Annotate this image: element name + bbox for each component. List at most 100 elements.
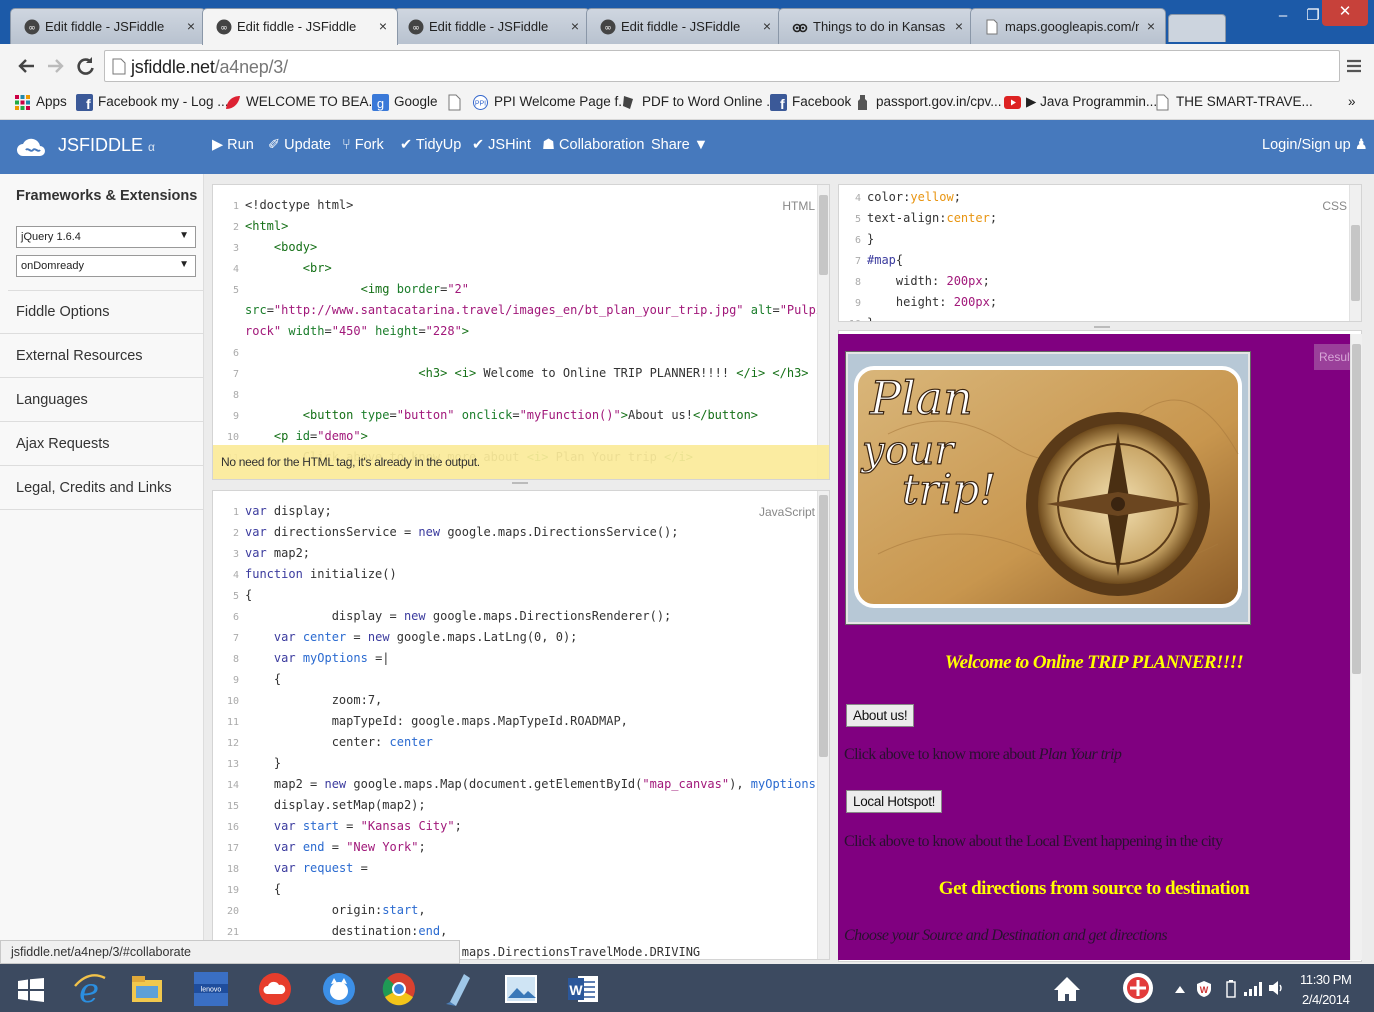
about-us-button[interactable]: About us! bbox=[846, 704, 915, 727]
lenovo-icon[interactable]: lenovo bbox=[194, 972, 228, 1006]
chrome-menu-icon[interactable] bbox=[1346, 58, 1362, 74]
result-output[interactable]: Plan your trip! Welcome to Online TRIP P… bbox=[838, 334, 1350, 960]
clock-date[interactable]: 2/4/2014 bbox=[1302, 992, 1350, 1007]
sidebar-item-fiddle-options[interactable]: Fiddle Options bbox=[0, 290, 204, 334]
bookmark-ppi[interactable]: PPI PPI Welcome Page f... bbox=[472, 94, 630, 110]
tab-close-icon[interactable]: × bbox=[955, 18, 963, 34]
collaboration-button[interactable]: ☗ Collaboration bbox=[542, 137, 644, 153]
code-line[interactable]: 16 var start = "Kansas City"; bbox=[217, 816, 462, 837]
minimize-button[interactable]: – bbox=[1268, 4, 1298, 30]
url-text[interactable]: jsfiddle.net/a4nep/3/ bbox=[131, 57, 288, 78]
css-code-area[interactable]: 4 color:yellow; 5 text-align:center; 6} 7 #map… bbox=[839, 185, 1339, 321]
html-editor-panel[interactable]: 1 <!doctype html> 2 <html> 3 <body> 4 <br> 5 <… bbox=[212, 184, 830, 480]
code-line[interactable]: 10 <p id="demo"> bbox=[217, 426, 368, 447]
code-line[interactable]: 8 var myOptions =| bbox=[217, 648, 390, 669]
tab-close-icon[interactable]: × bbox=[379, 18, 387, 34]
volume-icon[interactable] bbox=[1268, 980, 1284, 996]
load-type-select[interactable]: onDomready ▼ bbox=[16, 255, 196, 277]
antivirus-shield-icon[interactable]: W bbox=[1196, 980, 1212, 998]
framework-select[interactable]: jQuery 1.6.4 ▼ bbox=[16, 226, 196, 248]
code-line[interactable]: 7 var center = new google.maps.LatLng(0,… bbox=[217, 627, 577, 648]
share-button[interactable]: Share ▼ bbox=[651, 137, 708, 153]
cat-app-icon[interactable] bbox=[322, 972, 356, 1006]
sidebar-item-external-resources[interactable]: External Resources bbox=[0, 334, 204, 378]
css-editor-panel[interactable]: 4 color:yellow; 5 text-align:center; 6} 7 #map… bbox=[838, 184, 1362, 322]
code-line[interactable]: 4 function initialize() bbox=[217, 564, 397, 585]
code-line[interactable]: 6} bbox=[839, 229, 874, 250]
tray-overflow-arrow-icon[interactable] bbox=[1174, 984, 1186, 994]
tidyup-button[interactable]: ✔ TidyUp bbox=[400, 137, 461, 153]
resize-handle[interactable] bbox=[512, 482, 528, 484]
tab-close-icon[interactable]: × bbox=[763, 18, 771, 34]
internet-explorer-icon[interactable]: e bbox=[72, 972, 106, 1006]
code-line[interactable]: 3 <body> bbox=[217, 237, 317, 258]
windows-start-icon[interactable] bbox=[18, 978, 44, 1002]
code-line[interactable]: 17 var end = "New York"; bbox=[217, 837, 426, 858]
browser-tab[interactable]: Things to do in Kansas Cit × bbox=[778, 8, 974, 44]
bookmark-smart-travel[interactable]: THE SMART-TRAVE... bbox=[1154, 94, 1313, 111]
home-icon[interactable] bbox=[1052, 974, 1082, 1004]
close-window-button[interactable]: ✕ bbox=[1322, 0, 1368, 26]
sidebar-item-languages[interactable]: Languages bbox=[0, 378, 204, 422]
bookmark-facebook[interactable]: f Facebook bbox=[770, 94, 851, 111]
code-line[interactable]: 2 <html> bbox=[217, 216, 288, 237]
network-signal-icon[interactable] bbox=[1244, 982, 1262, 996]
word-icon[interactable]: W bbox=[566, 972, 600, 1006]
result-scrollbar[interactable] bbox=[1350, 334, 1362, 960]
browser-tab[interactable]: ∞ Edit fiddle - JSFiddle × bbox=[10, 8, 206, 44]
chrome-icon[interactable] bbox=[382, 972, 416, 1006]
code-line[interactable]: 14 map2 = new google.maps.Map(document.g… bbox=[217, 774, 829, 795]
login-signup-link[interactable]: Login/Sign up ♟ bbox=[1262, 137, 1368, 153]
system-security-icon[interactable] bbox=[1120, 970, 1156, 1006]
bookmark-apps[interactable]: Apps bbox=[14, 94, 67, 110]
tab-close-icon[interactable]: × bbox=[187, 18, 195, 34]
code-line[interactable]: rock" width="450" height="228"> bbox=[217, 321, 469, 342]
bookmark-google[interactable]: g Google bbox=[372, 94, 438, 111]
sidebar-item-legal-credits[interactable]: Legal, Credits and Links bbox=[0, 466, 204, 510]
code-line[interactable]: 9 { bbox=[217, 669, 281, 690]
code-line[interactable]: 8 width: 200px; bbox=[839, 271, 990, 292]
battery-icon[interactable] bbox=[1226, 980, 1236, 998]
code-line[interactable]: 15 display.setMap(map2); bbox=[217, 795, 426, 816]
back-arrow-icon[interactable] bbox=[16, 56, 36, 76]
html-code-area[interactable]: 1 <!doctype html> 2 <html> 3 <body> 4 <br> 5 <… bbox=[217, 189, 829, 479]
sidebar-item-ajax-requests[interactable]: Ajax Requests bbox=[0, 422, 204, 466]
code-line[interactable]: 20 origin:start, bbox=[217, 900, 426, 921]
code-line[interactable]: src="http://www.santacatarina.travel/ima… bbox=[217, 300, 829, 321]
notes-app-icon[interactable] bbox=[442, 972, 476, 1006]
code-line[interactable]: 4 color:yellow; bbox=[839, 187, 961, 208]
browser-tab[interactable]: ∞ Edit fiddle - JSFiddle × bbox=[586, 8, 782, 44]
code-line[interactable]: 10 zoom:7, bbox=[217, 690, 382, 711]
code-line[interactable]: 1 var display; bbox=[217, 501, 332, 522]
clock-time[interactable]: 11:30 PM bbox=[1300, 972, 1352, 987]
code-line[interactable]: 6 display = new google.maps.DirectionsRe… bbox=[217, 606, 671, 627]
code-line[interactable]: 2 var directionsService = new google.maps… bbox=[217, 522, 679, 543]
code-line[interactable]: 7 <h3> <i> Welcome to Online TRIP PLANNE… bbox=[217, 363, 809, 384]
code-line[interactable]: 12 center: center bbox=[217, 732, 433, 753]
code-line[interactable]: 7 #map{ bbox=[839, 250, 903, 271]
javascript-scrollbar[interactable] bbox=[817, 491, 829, 959]
bookmark-pdf-to-word[interactable]: PDF to Word Online ... bbox=[620, 94, 778, 109]
javascript-editor-panel[interactable]: 1 var display; 2 var directionsService = ne… bbox=[212, 490, 830, 960]
run-button[interactable]: ▶ Run bbox=[212, 137, 254, 153]
browser-tab[interactable]: ∞ Edit fiddle - JSFiddle × bbox=[394, 8, 590, 44]
code-line[interactable]: 3 var map2; bbox=[217, 543, 310, 564]
code-line[interactable]: 5 text-align:center; bbox=[839, 208, 997, 229]
bookmarks-overflow-button[interactable]: » bbox=[1326, 94, 1356, 109]
code-line[interactable]: 10} bbox=[839, 313, 874, 321]
css-scrollbar[interactable] bbox=[1349, 185, 1361, 321]
scroll-thumb[interactable] bbox=[819, 495, 828, 757]
bookmark-java[interactable]: ▶ Java Programmin... bbox=[1004, 94, 1157, 110]
code-line[interactable]: 11 mapTypeId: google.maps.MapTypeId.ROAD… bbox=[217, 711, 628, 732]
photo-viewer-icon[interactable] bbox=[504, 972, 538, 1006]
cloud-app-icon[interactable] bbox=[258, 972, 292, 1006]
html-scrollbar[interactable] bbox=[817, 185, 829, 479]
code-line[interactable]: 9 height: 200px; bbox=[839, 292, 997, 313]
code-line[interactable]: 1 <!doctype html> bbox=[217, 195, 353, 216]
resize-handle[interactable] bbox=[1094, 326, 1110, 328]
forward-arrow-icon[interactable] bbox=[46, 56, 66, 76]
tab-close-icon[interactable]: × bbox=[1147, 18, 1155, 34]
bookmark-passport[interactable]: passport.gov.in/cpv... bbox=[854, 94, 1002, 110]
bookmark-facebook-login[interactable]: f Facebook my - Log ... bbox=[76, 94, 229, 111]
code-line[interactable]: 5 <img border="2" bbox=[217, 279, 469, 300]
